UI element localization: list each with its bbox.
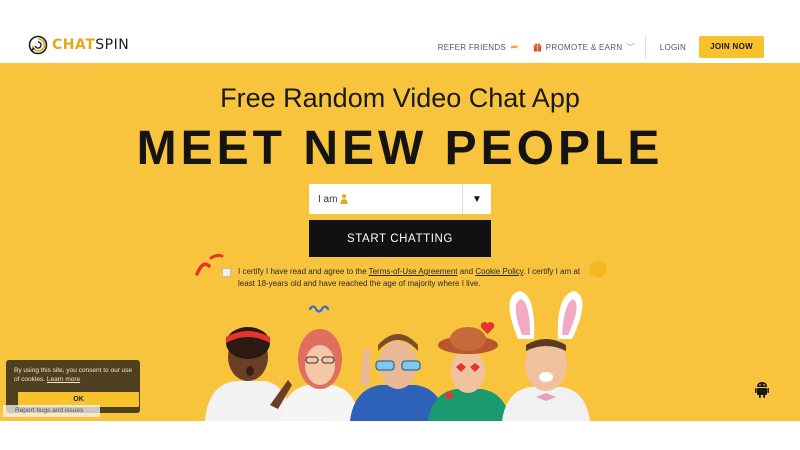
gender-select-text: I am <box>318 193 338 205</box>
top-nav: REFER FRIENDS ➦ PROMOTE & EARN ﹀ LOGIN J… <box>438 36 764 58</box>
logo-text-chat: CHAT <box>52 37 96 53</box>
hero-title: MEET NEW PEOPLE <box>136 122 664 175</box>
yellow-dot-decoration <box>589 260 607 278</box>
person-5 <box>502 291 590 421</box>
gift-icon <box>533 43 542 52</box>
page: CHATSPIN REFER FRIENDS ➦ PROMOTE & EARN … <box>0 0 800 450</box>
refer-friends-link[interactable]: REFER FRIENDS ➦ <box>438 42 519 53</box>
people-illustration <box>205 291 590 421</box>
login-link[interactable]: LOGIN <box>660 43 686 52</box>
chevron-down-icon: ﹀ <box>626 42 635 52</box>
join-now-button[interactable]: JOIN NOW <box>699 36 764 58</box>
caret-down-icon[interactable]: ▼ <box>463 184 491 214</box>
hero-subtitle: Free Random Video Chat App <box>220 83 580 113</box>
login-label: LOGIN <box>659 42 687 52</box>
promote-earn-label: PROMOTE & EARN <box>545 42 623 52</box>
red-swoosh-decoration <box>195 253 224 276</box>
logo[interactable]: CHATSPIN <box>28 35 129 55</box>
promote-earn-link[interactable]: PROMOTE & EARN ﹀ <box>533 42 635 53</box>
person-2 <box>280 329 360 421</box>
android-icon[interactable] <box>755 381 769 398</box>
gender-select[interactable]: I am ▼ <box>309 184 491 214</box>
logo-text-spin: SPIN <box>95 37 130 53</box>
logo-text: CHATSPIN <box>52 37 129 53</box>
cookie-policy-link[interactable]: Cookie Policy <box>475 267 523 276</box>
person-1 <box>205 327 292 421</box>
certify-text-part1: I certify I have read and agree to the <box>238 267 369 276</box>
cookie-banner-text: By using this site, you consent to our u… <box>14 366 134 384</box>
person-icon <box>340 194 348 204</box>
logo-icon <box>28 35 48 55</box>
certify-text-and: and <box>457 267 476 276</box>
terms-of-use-link[interactable]: Terms-of-Use Agreement <box>369 267 458 276</box>
arrow-right-icon: ➦ <box>510 41 519 53</box>
start-chatting-button[interactable]: START CHATTING <box>309 220 491 257</box>
nav-divider <box>644 36 646 58</box>
gender-select-label: I am <box>309 194 462 205</box>
refer-friends-label: REFER FRIENDS <box>437 42 507 52</box>
learn-more-link[interactable]: Learn more <box>47 376 80 383</box>
person-4 <box>428 327 510 421</box>
header: CHATSPIN REFER FRIENDS ➦ PROMOTE & EARN … <box>0 0 800 63</box>
report-bugs-link[interactable]: Report bugs and issues <box>3 405 100 417</box>
